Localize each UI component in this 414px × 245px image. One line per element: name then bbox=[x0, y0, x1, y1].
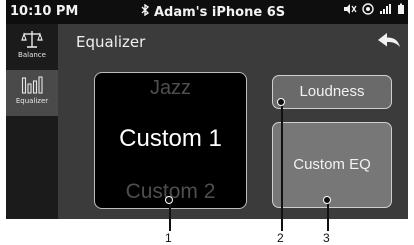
sidebar-item-label: Balance bbox=[18, 51, 46, 59]
gps-icon bbox=[362, 3, 374, 19]
back-button[interactable] bbox=[376, 30, 402, 52]
callout-line-2 bbox=[281, 102, 283, 231]
callout-dot-3 bbox=[323, 196, 331, 204]
callout-dot-1 bbox=[165, 196, 173, 204]
page-title: Equalizer bbox=[76, 33, 146, 51]
status-bar: 10:10 PM Adam's iPhone 6S bbox=[6, 0, 408, 24]
callout-number-3: 3 bbox=[323, 231, 330, 245]
eq-preset-picker[interactable]: Jazz Custom 1 Custom 2 bbox=[94, 72, 247, 209]
sidebar-item-equalizer[interactable]: Equalizer bbox=[6, 70, 58, 116]
device-name: Adam's iPhone 6S bbox=[154, 5, 286, 20]
preset-previous[interactable]: Jazz bbox=[95, 77, 246, 100]
callout-line-3 bbox=[327, 200, 329, 231]
battery-icon bbox=[397, 3, 405, 19]
system-icons bbox=[343, 3, 405, 19]
loudness-button[interactable]: Loudness bbox=[272, 75, 392, 109]
sidebar-item-label: Equalizer bbox=[15, 97, 49, 105]
preset-current[interactable]: Custom 1 bbox=[95, 125, 246, 153]
balance-scale-icon bbox=[21, 29, 43, 49]
sidebar: Balance Equalizer bbox=[6, 24, 58, 219]
bluetooth-icon bbox=[141, 3, 150, 20]
back-arrow-icon bbox=[376, 33, 402, 56]
status-time: 10:10 PM bbox=[10, 4, 79, 19]
sidebar-item-balance[interactable]: Balance bbox=[6, 24, 58, 70]
equalizer-icon bbox=[21, 75, 43, 95]
callout-number-1: 1 bbox=[165, 231, 172, 245]
mute-icon bbox=[343, 3, 357, 19]
custom-eq-button[interactable]: Custom EQ bbox=[272, 122, 392, 208]
callout-line-1 bbox=[169, 200, 171, 231]
callout-dot-2 bbox=[277, 98, 285, 106]
connected-device: Adam's iPhone 6S bbox=[141, 3, 286, 20]
head-unit-screen: 10:10 PM Adam's iPhone 6S Balance Equali… bbox=[6, 0, 408, 219]
signal-icon bbox=[379, 3, 392, 19]
callout-number-2: 2 bbox=[277, 231, 284, 245]
